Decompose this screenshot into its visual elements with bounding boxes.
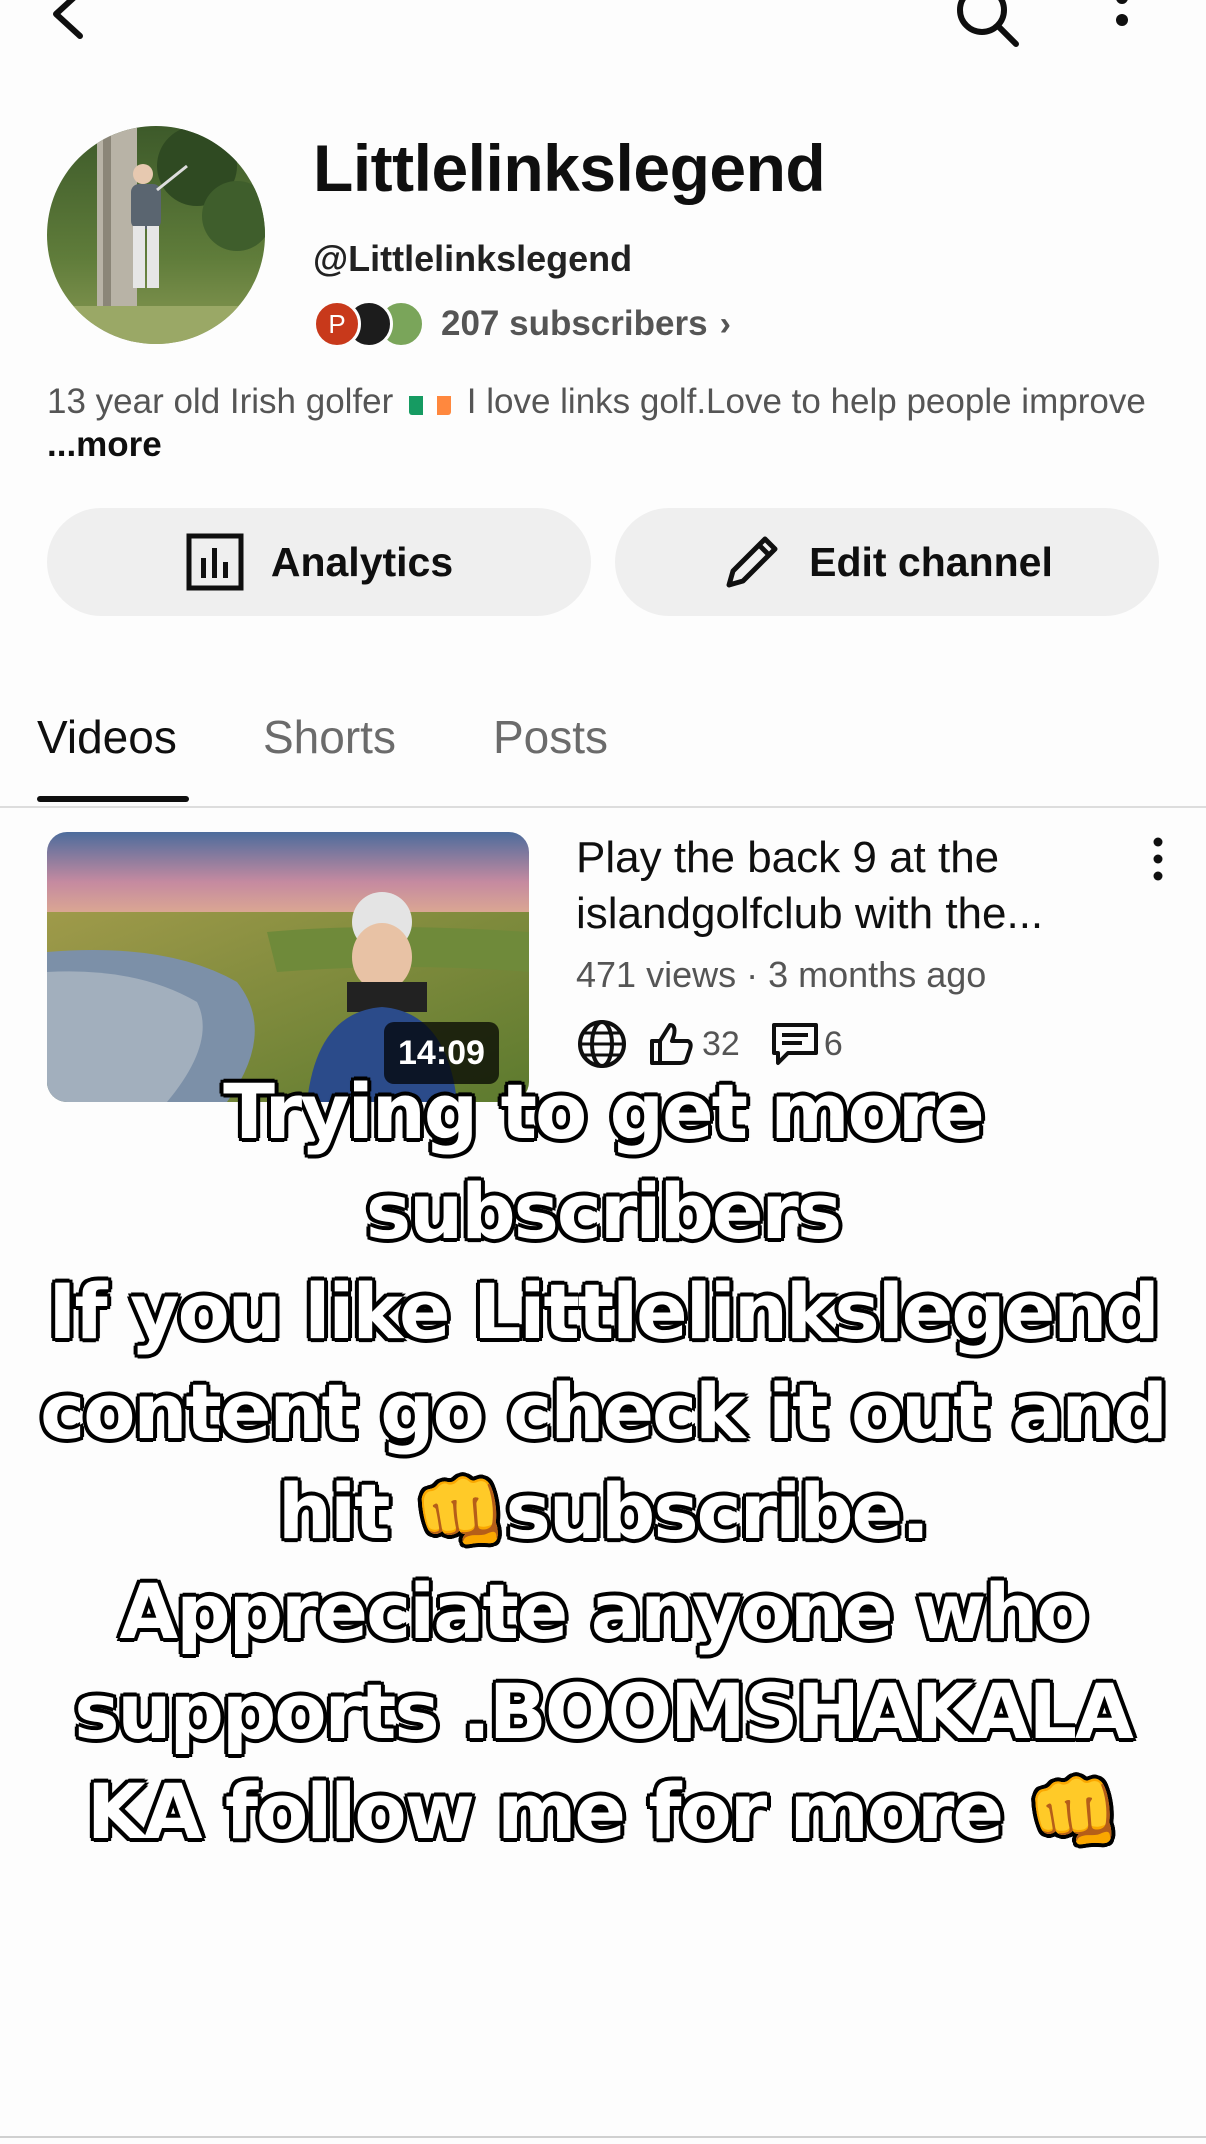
comment-count: 6	[823, 1024, 843, 1063]
meta-separator: ·	[746, 954, 759, 995]
subscriber-avatar: P	[313, 300, 361, 348]
divider	[0, 2136, 1206, 2138]
channel-name: Littlelinkslegend	[313, 131, 826, 205]
overlay-caption: Trying to get more subscribers If you li…	[40, 1067, 1168, 1856]
edit-channel-label: Edit channel	[809, 538, 1053, 585]
like-count: 32	[702, 1024, 740, 1063]
chevron-right-icon: ›	[719, 304, 731, 343]
more-vert-icon[interactable]	[1146, 836, 1170, 882]
tab-shorts[interactable]: Shorts	[263, 710, 396, 764]
top-bar	[0, 0, 1206, 60]
edit-channel-button[interactable]: Edit channel	[615, 508, 1159, 616]
subscribers-row[interactable]: P 207 subscribers ›	[313, 298, 731, 350]
pencil-icon	[726, 536, 778, 588]
video-views: 471 views	[576, 954, 737, 995]
description-text: I love links golf.Love to help people im…	[466, 382, 1146, 421]
video-age: 3 months ago	[768, 954, 987, 995]
search-icon[interactable]	[952, 0, 1022, 50]
video-meta: 471 views · 3 months ago	[576, 954, 986, 996]
tab-videos[interactable]: Videos	[37, 710, 177, 764]
more-vert-icon[interactable]	[1100, 0, 1144, 44]
analytics-label: Analytics	[270, 538, 454, 585]
analytics-button[interactable]: Analytics	[47, 508, 591, 616]
bar-chart-icon	[186, 533, 244, 591]
tab-posts[interactable]: Posts	[493, 710, 608, 764]
channel-tabs: Videos Shorts Posts	[0, 700, 1206, 808]
back-icon[interactable]	[40, 0, 100, 44]
channel-description[interactable]: 13 year old Irish golfer I love links go…	[47, 380, 1157, 466]
subscriber-count: 207 subscribers	[441, 304, 708, 343]
channel-handle: @Littlelinkslegend	[313, 238, 633, 279]
description-text: 13 year old Irish golfer	[47, 382, 394, 421]
video-title[interactable]: Play the back 9 at the islandgolfclub wi…	[576, 830, 1116, 942]
description-more-link[interactable]: ...more	[47, 425, 162, 464]
channel-avatar[interactable]	[47, 126, 265, 344]
active-tab-indicator	[37, 796, 189, 802]
ireland-flag-icon	[409, 389, 452, 415]
